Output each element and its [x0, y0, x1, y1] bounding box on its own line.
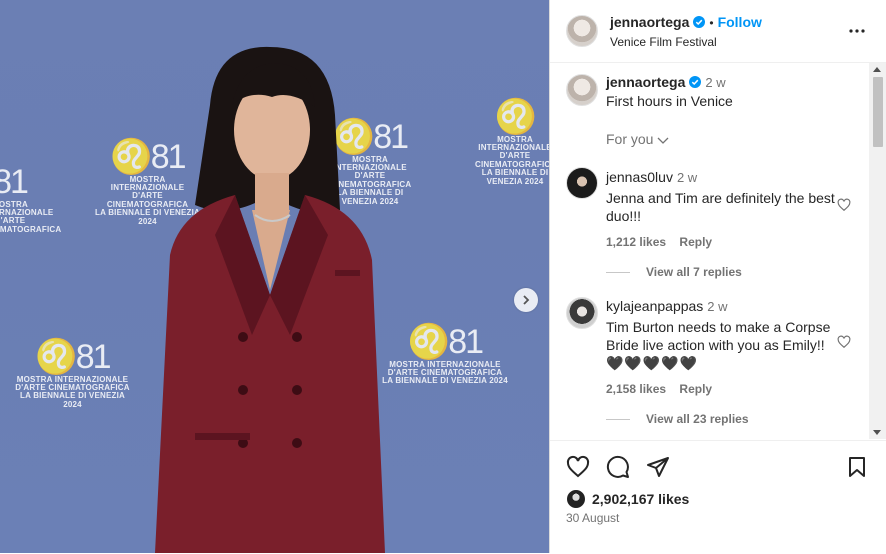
caption-text: First hours in Venice — [606, 93, 733, 109]
replies-line — [606, 419, 630, 421]
wall-text: D'ARTE CINEMATOGRAFICA — [0, 216, 62, 234]
caption: jennaortega 2 w First hours in Venice — [606, 74, 866, 110]
wall-number: 81 — [75, 338, 112, 376]
chevron-right-icon — [523, 295, 530, 305]
post-date: 30 August — [566, 511, 620, 525]
lion-icon: ♌ — [407, 323, 450, 361]
festival-logo-left: 81 MOSTRA INTERNAZIONALE D'ARTE CINEMATO… — [0, 163, 62, 234]
like-heart-icon[interactable] — [566, 455, 590, 479]
person-figure — [155, 46, 385, 553]
comment-emoji: 🖤🖤🖤🖤🖤 — [606, 355, 699, 371]
wall-text: D'ARTE CINEMATOGRAFICA — [475, 151, 549, 169]
for-you-label: For you — [606, 131, 654, 147]
like-count-text: 2,902,167 likes — [592, 491, 690, 507]
wall-number: 81 — [0, 163, 29, 201]
like-comment-heart-icon[interactable] — [837, 335, 851, 349]
post-photo: ♌ MOSTRA INTERNAZIONALE D'ARTE CINEMATOG… — [0, 0, 549, 553]
next-photo-button[interactable] — [514, 288, 538, 312]
for-you-toggle[interactable]: For you — [606, 131, 669, 147]
scrollbar-thumb[interactable] — [873, 77, 883, 147]
author-username[interactable]: jennaortega — [610, 14, 689, 30]
view-replies-button[interactable]: View all 23 replies — [606, 412, 749, 426]
comment-time: 2 w — [707, 299, 728, 314]
chevron-down-icon — [657, 137, 669, 145]
wall-text: LA BIENNALE DI VENEZIA 2024 — [20, 391, 125, 409]
liker-avatar — [566, 489, 586, 509]
wall-text: MOSTRA INTERNAZIONALE — [478, 134, 549, 153]
author-avatar[interactable] — [566, 15, 598, 47]
comments-section[interactable]: jennaortega 2 w First hours in Venice For… — [550, 63, 886, 439]
commenter-avatar[interactable] — [566, 297, 598, 329]
view-replies-label: View all 7 replies — [646, 265, 742, 279]
wall-text: LA BIENNALE DI VENEZIA 2024 — [481, 168, 549, 186]
post-actions: 2,902,167 likes 30 August — [550, 440, 886, 554]
verified-badge-icon — [689, 76, 702, 88]
festival-logo-top-right: ♌ MOSTRA INTERNAZIONALE D'ARTE CINEMATOG… — [475, 98, 549, 186]
replies-line — [606, 272, 630, 274]
share-paper-plane-icon[interactable] — [646, 455, 670, 479]
view-replies-button[interactable]: View all 7 replies — [606, 265, 742, 279]
comment-username[interactable]: jennas0luv — [606, 169, 673, 185]
like-comment-heart-icon[interactable] — [837, 198, 851, 212]
post-location[interactable]: Venice Film Festival — [610, 35, 762, 49]
save-bookmark-icon[interactable] — [845, 455, 869, 479]
reply-button[interactable]: Reply — [679, 382, 712, 396]
author-info: jennaortega • Follow Venice Film Festival — [610, 14, 762, 49]
comment: kylajeanpappas 2 w Tim Burton needs to ma… — [606, 298, 836, 396]
festival-logo-bottom-left: ♌81 MOSTRA INTERNAZIONALE D'ARTE CINEMAT… — [15, 338, 130, 409]
comment: jennas0luv 2 w Jenna and Tim are definite… — [606, 169, 836, 249]
caption-username[interactable]: jennaortega — [606, 74, 685, 90]
comment-meta: 2,158 likes Reply — [606, 382, 836, 396]
post-side-panel: jennaortega • Follow Venice Film Festival … — [550, 0, 886, 553]
separator-dot: • — [709, 16, 714, 30]
caption-author-avatar[interactable] — [566, 74, 598, 106]
commenter-avatar[interactable] — [566, 167, 598, 199]
reply-button[interactable]: Reply — [679, 235, 712, 249]
comment-bubble-icon[interactable] — [606, 455, 630, 479]
follow-button[interactable]: Follow — [718, 14, 762, 30]
scroll-down-icon[interactable] — [873, 430, 881, 435]
wall-number: 81 — [448, 323, 484, 361]
comments-scrollbar[interactable] — [869, 63, 886, 439]
comment-time: 2 w — [676, 170, 698, 185]
lion-icon: ♌ — [35, 338, 77, 376]
more-options-icon[interactable] — [848, 22, 866, 40]
comment-likes[interactable]: 2,158 likes — [606, 382, 666, 396]
wall-text: MOSTRA INTERNAZIONALE — [0, 199, 54, 218]
view-replies-label: View all 23 replies — [646, 412, 749, 426]
lion-icon: ♌ — [494, 98, 537, 136]
comment-likes[interactable]: 1,212 likes — [606, 235, 666, 249]
scroll-up-icon[interactable] — [873, 67, 881, 72]
comment-meta: 1,212 likes Reply — [606, 235, 836, 249]
comment-text: Tim Burton needs to make a Corpse Bride … — [606, 319, 831, 353]
comment-username[interactable]: kylajeanpappas — [606, 298, 703, 314]
caption-time: 2 w — [705, 75, 726, 90]
verified-badge-icon — [693, 16, 706, 28]
post-header: jennaortega • Follow Venice Film Festival — [550, 0, 886, 63]
like-count[interactable]: 2,902,167 likes — [566, 489, 689, 509]
comment-text: Jenna and Tim are definitely the best du… — [606, 190, 835, 224]
